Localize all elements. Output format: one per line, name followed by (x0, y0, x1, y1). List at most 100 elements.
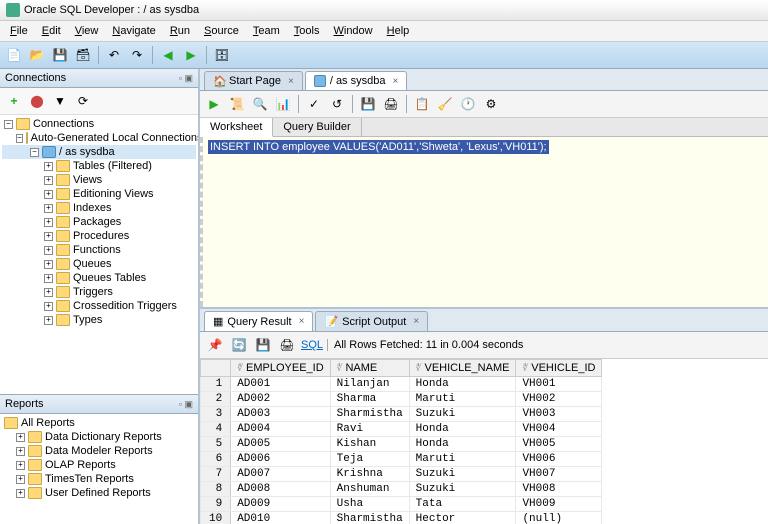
col-header[interactable]: ∜ EMPLOYEE_ID (231, 360, 330, 377)
print-result-icon[interactable]: 🖨 (277, 335, 297, 355)
save-all-icon[interactable]: 🗃 (73, 45, 93, 65)
result-tabs: ▦ Query Result× 📝 Script Output× (200, 309, 768, 332)
tree-root[interactable]: −Connections (2, 117, 196, 131)
menu-file[interactable]: File (4, 23, 34, 39)
forward-icon[interactable]: ▶ (181, 45, 201, 65)
close-icon[interactable]: × (413, 316, 419, 327)
menu-tools[interactable]: Tools (288, 23, 326, 39)
row-header (201, 360, 231, 377)
tree-node[interactable]: +Procedures (2, 229, 196, 243)
connections-toolbar: + ⬤ ▼ ⟳ (0, 88, 198, 115)
reports-root[interactable]: All Reports (2, 416, 196, 430)
close-icon[interactable]: × (299, 316, 305, 327)
main-toolbar: 📄 📂 💾 🗃 ↶ ↷ ◀ ▶ 🗄 (0, 42, 768, 69)
tab-worksheet[interactable]: Worksheet (200, 118, 273, 137)
menu-window[interactable]: Window (327, 23, 378, 39)
db-icon (314, 75, 326, 87)
funnel-icon[interactable]: ▼ (50, 91, 70, 111)
reports-tree: All Reports +Data Dictionary Reports+Dat… (0, 414, 198, 524)
back-icon[interactable]: ◀ (158, 45, 178, 65)
table-row[interactable]: 2AD002SharmaMarutiVH002 (201, 392, 602, 407)
tab-querybuilder[interactable]: Query Builder (273, 118, 361, 136)
settings-icon[interactable]: ⚙ (481, 94, 501, 114)
tab-startpage[interactable]: 🏠Start Page× (204, 71, 303, 90)
undo-icon[interactable]: ↶ (104, 45, 124, 65)
refresh-icon[interactable]: ⟳ (73, 91, 93, 111)
tab-script-output[interactable]: 📝 Script Output× (315, 311, 428, 331)
tree-node[interactable]: +Views (2, 173, 196, 187)
unshared-icon[interactable]: 📋 (412, 94, 432, 114)
redo-icon[interactable]: ↷ (127, 45, 147, 65)
add-connection-icon[interactable]: + (4, 91, 24, 111)
save-icon[interactable]: 💾 (50, 45, 70, 65)
table-row[interactable]: 10AD010SharmisthaHector(null) (201, 512, 602, 524)
col-header[interactable]: ∜ VEHICLE_ID (516, 360, 602, 377)
rollback-icon[interactable]: ↺ (327, 94, 347, 114)
tree-node[interactable]: +Queues (2, 257, 196, 271)
commit-icon[interactable]: ✓ (304, 94, 324, 114)
tree-node[interactable]: +Queues Tables (2, 271, 196, 285)
report-node[interactable]: +Data Modeler Reports (2, 444, 196, 458)
tree-node[interactable]: +Crossedition Triggers (2, 299, 196, 313)
run-icon[interactable]: ▶ (204, 94, 224, 114)
tree-node[interactable]: +Types (2, 313, 196, 327)
filter-icon[interactable]: ⬤ (27, 91, 47, 111)
explain-icon[interactable]: 🔍 (250, 94, 270, 114)
history-icon[interactable]: 🕐 (458, 94, 478, 114)
pin-icon[interactable]: 📌 (205, 335, 225, 355)
report-node[interactable]: +OLAP Reports (2, 458, 196, 472)
table-row[interactable]: 6AD006TejaMarutiVH006 (201, 452, 602, 467)
sql-link[interactable]: SQL (301, 339, 323, 351)
col-header[interactable]: ∜ VEHICLE_NAME (409, 360, 516, 377)
report-node[interactable]: +User Defined Reports (2, 486, 196, 500)
menu-edit[interactable]: Edit (36, 23, 67, 39)
report-node[interactable]: +Data Dictionary Reports (2, 430, 196, 444)
panel-controls[interactable]: ▫ ▣ (179, 399, 193, 410)
db-icon[interactable]: 🗄 (212, 45, 232, 65)
menu-navigate[interactable]: Navigate (106, 23, 161, 39)
close-icon[interactable]: × (392, 76, 398, 87)
reports-header: Reports ▫ ▣ (0, 395, 198, 414)
menu-run[interactable]: Run (164, 23, 196, 39)
export-icon[interactable]: 💾 (358, 94, 378, 114)
menu-source[interactable]: Source (198, 23, 245, 39)
tree-connection[interactable]: −/ as sysdba (2, 145, 196, 159)
menu-view[interactable]: View (69, 23, 105, 39)
home-icon: 🏠 (213, 75, 225, 87)
table-row[interactable]: 7AD007KrishnaSuzukiVH007 (201, 467, 602, 482)
tree-node[interactable]: +Functions (2, 243, 196, 257)
menu-team[interactable]: Team (247, 23, 286, 39)
grid-icon: ▦ (213, 315, 223, 328)
print-icon[interactable]: 🖨 (381, 94, 401, 114)
connections-tree: −Connections −Auto-Generated Local Conne… (0, 115, 198, 394)
report-node[interactable]: +TimesTen Reports (2, 472, 196, 486)
new-icon[interactable]: 📄 (4, 45, 24, 65)
tree-node[interactable]: +Tables (Filtered) (2, 159, 196, 173)
menu-help[interactable]: Help (381, 23, 416, 39)
table-row[interactable]: 3AD003SharmisthaSuzukiVH003 (201, 407, 602, 422)
autotrace-icon[interactable]: 📊 (273, 94, 293, 114)
run-script-icon[interactable]: 📜 (227, 94, 247, 114)
tab-connection[interactable]: / as sysdba× (305, 71, 407, 90)
export-result-icon[interactable]: 💾 (253, 335, 273, 355)
tree-auto[interactable]: −Auto-Generated Local Connections (2, 131, 196, 145)
table-row[interactable]: 1AD001NilanjanHondaVH001 (201, 377, 602, 392)
tree-node[interactable]: +Packages (2, 215, 196, 229)
clear-icon[interactable]: 🧹 (435, 94, 455, 114)
table-row[interactable]: 5AD005KishanHondaVH005 (201, 437, 602, 452)
col-header[interactable]: ∜ NAME (330, 360, 409, 377)
open-icon[interactable]: 📂 (27, 45, 47, 65)
sql-editor[interactable]: INSERT INTO employee VALUES('AD011','Shw… (200, 137, 768, 307)
table-row[interactable]: 8AD008AnshumanSuzukiVH008 (201, 482, 602, 497)
window-title: Oracle SQL Developer : / as sysdba (24, 4, 199, 16)
tab-query-result[interactable]: ▦ Query Result× (204, 311, 313, 331)
panel-controls[interactable]: ▫ ▣ (179, 73, 193, 84)
result-grid[interactable]: ∜ EMPLOYEE_ID∜ NAME∜ VEHICLE_NAME∜ VEHIC… (200, 359, 768, 524)
table-row[interactable]: 9AD009UshaTataVH009 (201, 497, 602, 512)
close-icon[interactable]: × (288, 76, 294, 87)
tree-node[interactable]: +Indexes (2, 201, 196, 215)
tree-node[interactable]: +Editioning Views (2, 187, 196, 201)
table-row[interactable]: 4AD004RaviHondaVH004 (201, 422, 602, 437)
refresh-result-icon[interactable]: 🔄 (229, 335, 249, 355)
tree-node[interactable]: +Triggers (2, 285, 196, 299)
